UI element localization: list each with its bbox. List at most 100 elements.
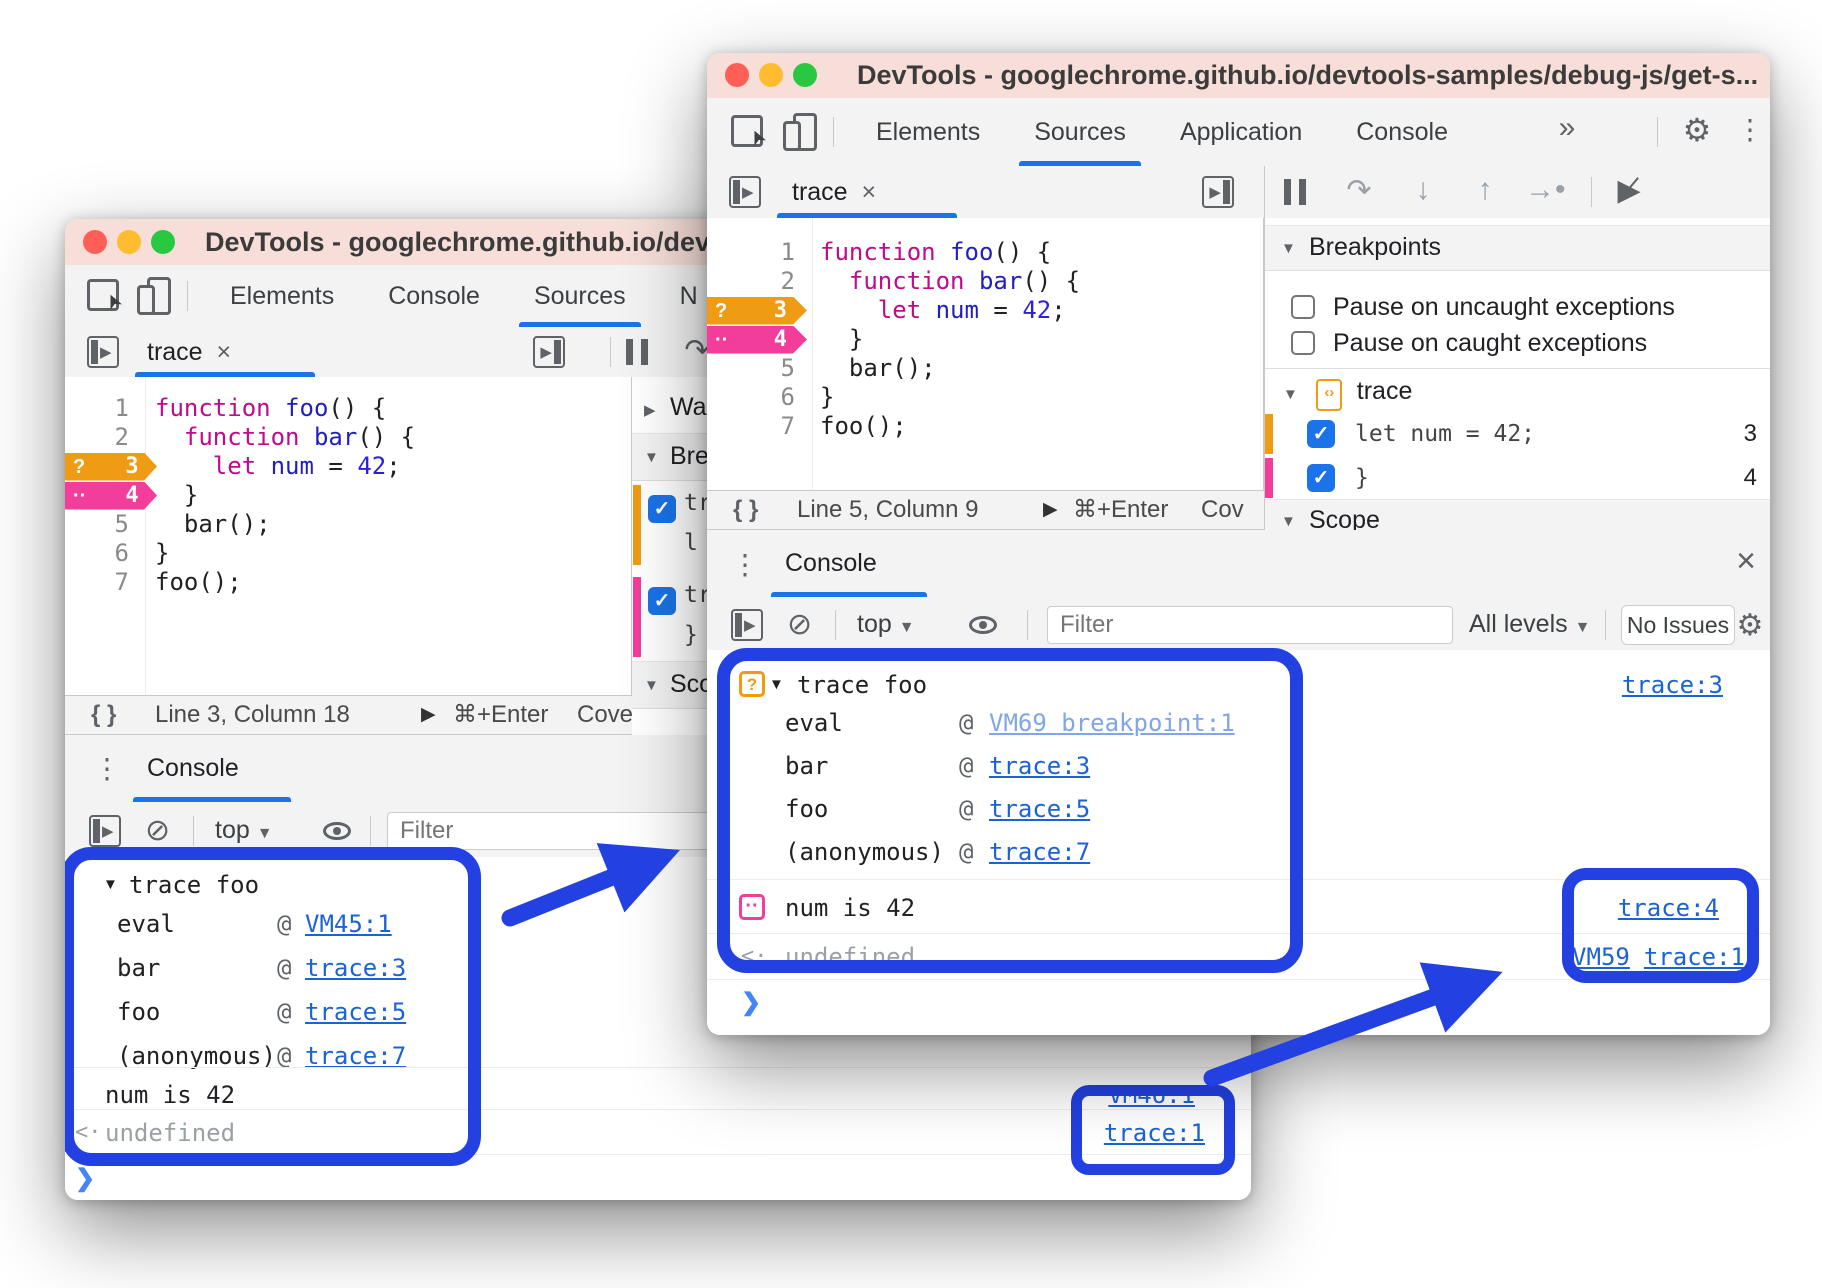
pause-uncaught-label: Pause on uncaught exceptions — [1333, 293, 1675, 322]
zoom-button[interactable] — [151, 230, 175, 254]
frame-source-link[interactable]: trace:3 — [989, 745, 1090, 788]
line-number[interactable]: 1 — [65, 394, 129, 423]
file-tab-close-icon[interactable]: × — [862, 178, 877, 206]
deactivate-breakpoints-icon[interactable]: ▶̸ — [1607, 173, 1651, 208]
frame-source-link[interactable]: trace:5 — [305, 990, 406, 1034]
step-into-icon[interactable]: ↓ — [1403, 173, 1443, 207]
zoom-button[interactable] — [793, 63, 817, 87]
breakpoint-file-group[interactable]: ▼ ‹› trace — [1283, 370, 1412, 412]
show-navigator-icon[interactable]: ▶ — [87, 336, 119, 368]
context-selector[interactable]: top ▼ — [857, 600, 915, 652]
kebab-menu-icon[interactable]: ⋮ — [1735, 113, 1765, 146]
breakpoint-checkbox[interactable]: ✓ — [1307, 420, 1335, 448]
line-number[interactable]: 7 — [65, 568, 129, 597]
console-drawer-tab[interactable]: Console — [147, 735, 239, 801]
console-prompt[interactable]: ❯ — [65, 1157, 1251, 1200]
clear-console-icon[interactable]: ⊘ — [787, 607, 812, 642]
breakpoint-entry[interactable]: ✓}4 — [1265, 456, 1770, 500]
show-console-sidebar-icon[interactable]: ▶ — [89, 815, 121, 847]
result-source-link[interactable]: VM59 — [1572, 936, 1630, 978]
step-out-icon[interactable]: ↑ — [1465, 173, 1505, 207]
line-number[interactable]: 2 — [707, 267, 795, 296]
run-snippet-icon[interactable]: ▶ — [1043, 491, 1058, 529]
kebab-menu-icon[interactable]: ⋮ — [731, 548, 759, 581]
console-settings-gear-icon[interactable]: ⚙ — [1735, 608, 1765, 643]
no-issues-button[interactable]: No Issues — [1621, 605, 1735, 645]
pause-uncaught-checkbox[interactable] — [1291, 295, 1315, 319]
line-number[interactable]: 1 — [707, 238, 795, 267]
result-source-link[interactable]: trace:1 — [1104, 1112, 1205, 1154]
console-filter-input[interactable] — [1047, 606, 1453, 644]
line-number[interactable]: 7 — [707, 412, 795, 441]
close-console-icon[interactable]: × — [1729, 542, 1763, 581]
breakpoints-section-header[interactable]: ▼ Breakpoints — [1265, 225, 1770, 271]
breakpoint-entry[interactable]: ✓let num = 42;3 — [1265, 412, 1770, 456]
breakpoint-badge-line-4[interactable]: ··4 — [707, 326, 807, 354]
source-link[interactable]: trace:3 — [1622, 663, 1723, 707]
minimize-button[interactable] — [759, 63, 783, 87]
watch-section-header[interactable]: ▶ Wat — [644, 381, 714, 433]
run-snippet-icon[interactable]: ▶ — [421, 696, 436, 734]
frame-source-link[interactable]: trace:7 — [305, 1034, 406, 1078]
breakpoint-checkbox[interactable]: ✓ — [1307, 464, 1335, 492]
close-button[interactable] — [83, 230, 107, 254]
line-number[interactable]: 2 — [65, 423, 129, 452]
inspect-icon[interactable]: ➤ — [87, 279, 119, 311]
step-over-icon[interactable]: ↷ — [1339, 173, 1379, 208]
pause-icon[interactable] — [1273, 179, 1317, 210]
tab-console[interactable]: Console — [361, 265, 507, 327]
tab-elements[interactable]: Elements — [203, 265, 361, 327]
code-line: } — [155, 481, 198, 510]
tab-application[interactable]: Application — [1153, 98, 1329, 166]
file-tab-close-icon[interactable]: × — [217, 338, 232, 366]
clear-console-icon[interactable]: ⊘ — [145, 813, 170, 848]
show-navigator-icon[interactable]: ▶ — [729, 176, 761, 208]
pause-icon[interactable] — [617, 339, 657, 370]
close-button[interactable] — [725, 63, 749, 87]
context-selector[interactable]: top ▼ — [215, 805, 273, 859]
breakpoint-badge-line-3[interactable]: ?3 — [65, 453, 157, 481]
more-tabs-icon[interactable]: » — [1547, 111, 1587, 145]
chevron-down-icon[interactable]: ▼ — [103, 863, 118, 907]
format-braces-icon[interactable]: { } — [733, 491, 758, 529]
breakpoint-checkbox[interactable]: ✓ — [648, 587, 676, 615]
kebab-menu-icon[interactable]: ⋮ — [93, 752, 121, 785]
breakpoint-badge-line-3[interactable]: ?3 — [707, 297, 807, 325]
step-icon[interactable]: →• — [1525, 173, 1565, 207]
line-number[interactable]: 5 — [707, 354, 795, 383]
result-source-link[interactable]: trace:1 — [1644, 936, 1745, 978]
inspect-icon[interactable]: ➤ — [731, 115, 763, 147]
show-console-sidebar-icon[interactable]: ▶ — [731, 609, 763, 641]
code-editor[interactable]: 1function foo() {2 function bar() {3 let… — [707, 218, 1264, 490]
settings-gear-icon[interactable]: ⚙ — [1675, 111, 1719, 149]
tab-console[interactable]: Console — [1329, 98, 1475, 166]
log-levels-selector[interactable]: All levels ▼ — [1469, 600, 1590, 652]
frame-source-link[interactable]: VM69 breakpoint:1 — [989, 702, 1235, 745]
frame-source-link[interactable]: trace:5 — [989, 788, 1090, 831]
live-expression-icon[interactable] — [323, 822, 351, 840]
frame-source-link[interactable]: trace:3 — [305, 946, 406, 990]
breakpoint-checkbox[interactable]: ✓ — [648, 495, 676, 523]
show-debugger-icon[interactable]: ▶ — [533, 336, 565, 368]
file-tab[interactable]: trace × — [147, 327, 231, 377]
file-tab[interactable]: trace × — [792, 166, 876, 218]
breakpoint-badge-line-4[interactable]: ··4 — [65, 482, 157, 510]
frame-source-link[interactable]: VM45:1 — [305, 902, 392, 946]
line-number[interactable]: 6 — [707, 383, 795, 412]
console-drawer-tab[interactable]: Console — [785, 530, 877, 596]
chevron-down-icon[interactable]: ▼ — [769, 663, 784, 707]
live-expression-icon[interactable] — [969, 616, 997, 634]
show-debugger-icon[interactable]: ▶ — [1202, 176, 1234, 208]
format-braces-icon[interactable]: { } — [91, 696, 116, 734]
line-number[interactable]: 6 — [65, 539, 129, 568]
pause-caught-checkbox[interactable] — [1291, 331, 1315, 355]
tab-sources[interactable]: Sources — [507, 265, 653, 327]
line-number[interactable]: 5 — [65, 510, 129, 539]
frame-source-link[interactable]: trace:7 — [989, 831, 1090, 874]
minimize-button[interactable] — [117, 230, 141, 254]
code-editor[interactable]: 1function foo() {2 function bar() {3 let… — [65, 377, 632, 695]
log-source-link[interactable]: trace:4 — [1618, 886, 1719, 930]
titlebar[interactable]: DevTools - googlechrome.github.io/devtoo… — [707, 53, 1770, 99]
tab-sources[interactable]: Sources — [1007, 98, 1153, 166]
tab-elements[interactable]: Elements — [849, 98, 1007, 166]
